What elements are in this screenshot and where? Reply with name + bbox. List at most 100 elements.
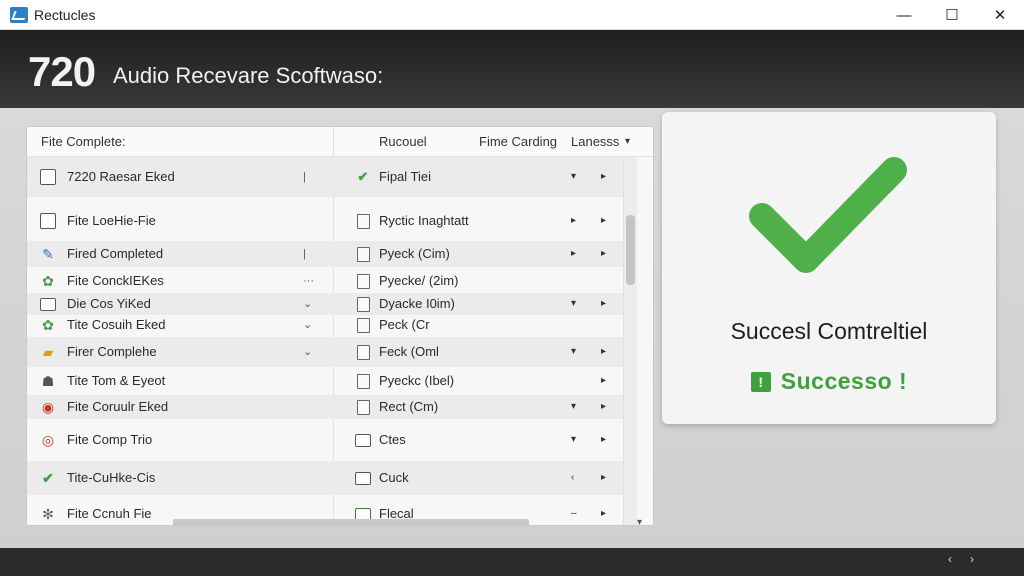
maximize-button[interactable]: ☐ [928, 0, 976, 30]
box-icon [39, 168, 57, 186]
row-status: Pyecke/ (2im) [379, 273, 459, 288]
success-badge-icon: ! [750, 371, 771, 392]
row-file-name: 7220 Raesar Eked [67, 169, 175, 184]
minimize-button[interactable]: — [880, 0, 928, 30]
row-status: Peck (Cr [379, 317, 430, 332]
row-status: Fipal Tiei [379, 169, 432, 184]
row-expand-chevron-icon[interactable]: ‹ [571, 461, 574, 495]
row-open-chevron-icon[interactable]: ▸ [601, 293, 606, 315]
horizontal-scrollbar[interactable] [173, 519, 529, 525]
row-open-chevron-icon[interactable]: ▸ [601, 421, 606, 459]
row-open-chevron-icon[interactable]: ▸ [601, 157, 606, 197]
row-open-chevron-icon[interactable]: ▸ [601, 241, 606, 267]
box-icon [39, 212, 57, 230]
folder-icon [39, 295, 57, 313]
gear-icon: ✿ [42, 316, 54, 333]
row-file-name: Firer Complehe [67, 344, 157, 359]
row-expand-chevron-icon[interactable]: ▾ [571, 337, 576, 367]
column-dropdown-caret-icon[interactable]: ▾ [625, 136, 630, 147]
prev-arrow-icon[interactable]: ‹ [948, 552, 952, 566]
row-status-doc-icon [355, 344, 371, 360]
success-status-row: ! Successo ! [662, 368, 996, 395]
row-expand-chevron-icon[interactable]: ▾ [571, 421, 576, 459]
table-row[interactable]: ◉ Fite Coruulr Eked Rect (Cm) ▾ ▸ [27, 395, 623, 419]
success-check-icon [749, 157, 907, 273]
row-marker: ⌄ [303, 319, 313, 331]
table-row[interactable]: ✿ Fite ConckIEKes ··· Pyecke/ (2im) [27, 271, 623, 291]
row-open-chevron-icon[interactable]: ▸ [601, 337, 606, 367]
table-row[interactable]: Die Cos YiKed ⌄ Dyacke I0im) ▾ ▸ [27, 293, 623, 315]
row-expand-chevron-icon[interactable]: ▾ [571, 157, 576, 197]
gear-icon: ✿ [42, 272, 54, 289]
row-marker: ⌄ [303, 298, 313, 310]
success-card: Succesl Comtreltiel ! Successo ! [662, 112, 996, 424]
column-header-name[interactable]: Fite Complete: [41, 134, 126, 149]
row-status-check-icon: ✔ [357, 169, 369, 184]
scroll-down-arrow-icon[interactable]: ▾ [637, 517, 642, 525]
row-status: Rect (Cm) [379, 399, 439, 414]
row-file-name: Tite Tom & Eyeot [67, 373, 166, 388]
app-chart-icon [10, 6, 28, 23]
row-status-doc-icon [355, 317, 371, 333]
row-open-chevron-icon[interactable]: ▸ [601, 395, 606, 419]
row-file-name: Fite ConckIEKes [67, 273, 164, 288]
row-marker: ⌄ [303, 346, 313, 358]
success-status-text: Successo ! [780, 368, 908, 394]
row-open-chevron-icon[interactable]: ▸ [601, 497, 606, 525]
row-expand-chevron-icon[interactable]: – [571, 497, 577, 525]
header-number: 720 [28, 48, 96, 95]
bottom-bar [0, 548, 1024, 576]
next-arrow-icon[interactable]: › [970, 552, 974, 566]
row-file-name: Fite Coruulr Eked [67, 399, 169, 414]
table-row[interactable]: ✔ Tite-CuHke-Cis Cuck ‹ ▸ [27, 461, 623, 495]
table-row[interactable]: Fite LoeHie-Fie Ryctic Inaghtatt ▸ ▸ [27, 205, 623, 237]
row-status: Ctes [379, 432, 406, 447]
row-open-chevron-icon[interactable]: ▸ [601, 205, 606, 237]
list-header: Fite Complete: Rucouel Fime Carding Lane… [27, 127, 653, 157]
title-bar: Rectucles — ☐ ✕ [0, 0, 1024, 30]
row-marker: | [303, 248, 306, 260]
table-row[interactable]: ✿ Tite Cosuih Eked ⌄ Peck (Cr [27, 315, 623, 335]
row-status: Dyacke I0im) [379, 296, 455, 311]
row-file-name: Fite LoeHie-Fie [67, 213, 156, 228]
row-open-chevron-icon[interactable]: ▸ [601, 367, 606, 395]
column-header-status[interactable]: Rucouel [379, 134, 427, 149]
column-header-time[interactable]: Fime Carding [479, 134, 557, 149]
row-status-doc-icon [355, 373, 371, 389]
row-marker: ··· [303, 275, 314, 287]
row-expand-chevron-icon[interactable]: ▸ [571, 205, 576, 237]
row-expand-chevron-icon[interactable]: ▾ [571, 395, 576, 419]
vertical-scrollbar[interactable] [623, 157, 637, 525]
record-icon: ◉ [41, 398, 55, 415]
row-expand-chevron-icon[interactable]: ▸ [571, 241, 576, 267]
pencil-icon: ✎ [42, 245, 54, 262]
window-controls: — ☐ ✕ [880, 0, 1024, 30]
row-marker: | [303, 171, 306, 183]
row-status-doc-icon [355, 273, 371, 289]
close-button[interactable]: ✕ [976, 0, 1024, 30]
row-status: Pyeckc (Ibel) [379, 373, 455, 388]
success-title: Succesl Comtreltiel [730, 318, 928, 344]
file-list-panel: Fite Complete: Rucouel Fime Carding Lane… [26, 126, 654, 526]
table-row[interactable]: ✎ Fired Completed | Pyeck (Cim) ▸ ▸ [27, 241, 623, 267]
row-status-folder-icon [355, 470, 371, 486]
table-row[interactable]: ◎ Fite Comp Trio Ctes ▾ ▸ [27, 421, 623, 459]
table-row[interactable]: ▰ Firer Complehe ⌄ Feck (Oml ▾ ▸ [27, 337, 623, 367]
column-header-language[interactable]: Lanesss [571, 134, 619, 149]
app-header: 720 Audio Recevare Scoftwaso: [0, 30, 1024, 110]
row-file-name: Die Cos YiKed [67, 296, 151, 311]
table-row[interactable]: 7220 Raesar Eked | ✔ Fipal Tiei ▾ ▸ [27, 157, 623, 197]
person-icon: ☗ [41, 372, 55, 389]
scrollbar-thumb[interactable] [626, 215, 635, 285]
note-icon: ▰ [42, 343, 54, 360]
row-file-name: Tite-CuHke-Cis [67, 470, 156, 485]
row-status: Ryctic Inaghtatt [379, 213, 469, 228]
row-status-doc-icon [355, 399, 371, 415]
row-status: Feck (Oml [379, 344, 439, 359]
row-open-chevron-icon[interactable]: ▸ [601, 461, 606, 495]
row-status: Pyeck (Cim) [379, 246, 450, 261]
row-expand-chevron-icon[interactable]: ▾ [571, 293, 576, 315]
check-icon: ✔ [42, 469, 54, 486]
row-status-doc-icon [355, 213, 371, 229]
table-row[interactable]: ☗ Tite Tom & Eyeot Pyeckc (Ibel) ▸ [27, 367, 623, 395]
